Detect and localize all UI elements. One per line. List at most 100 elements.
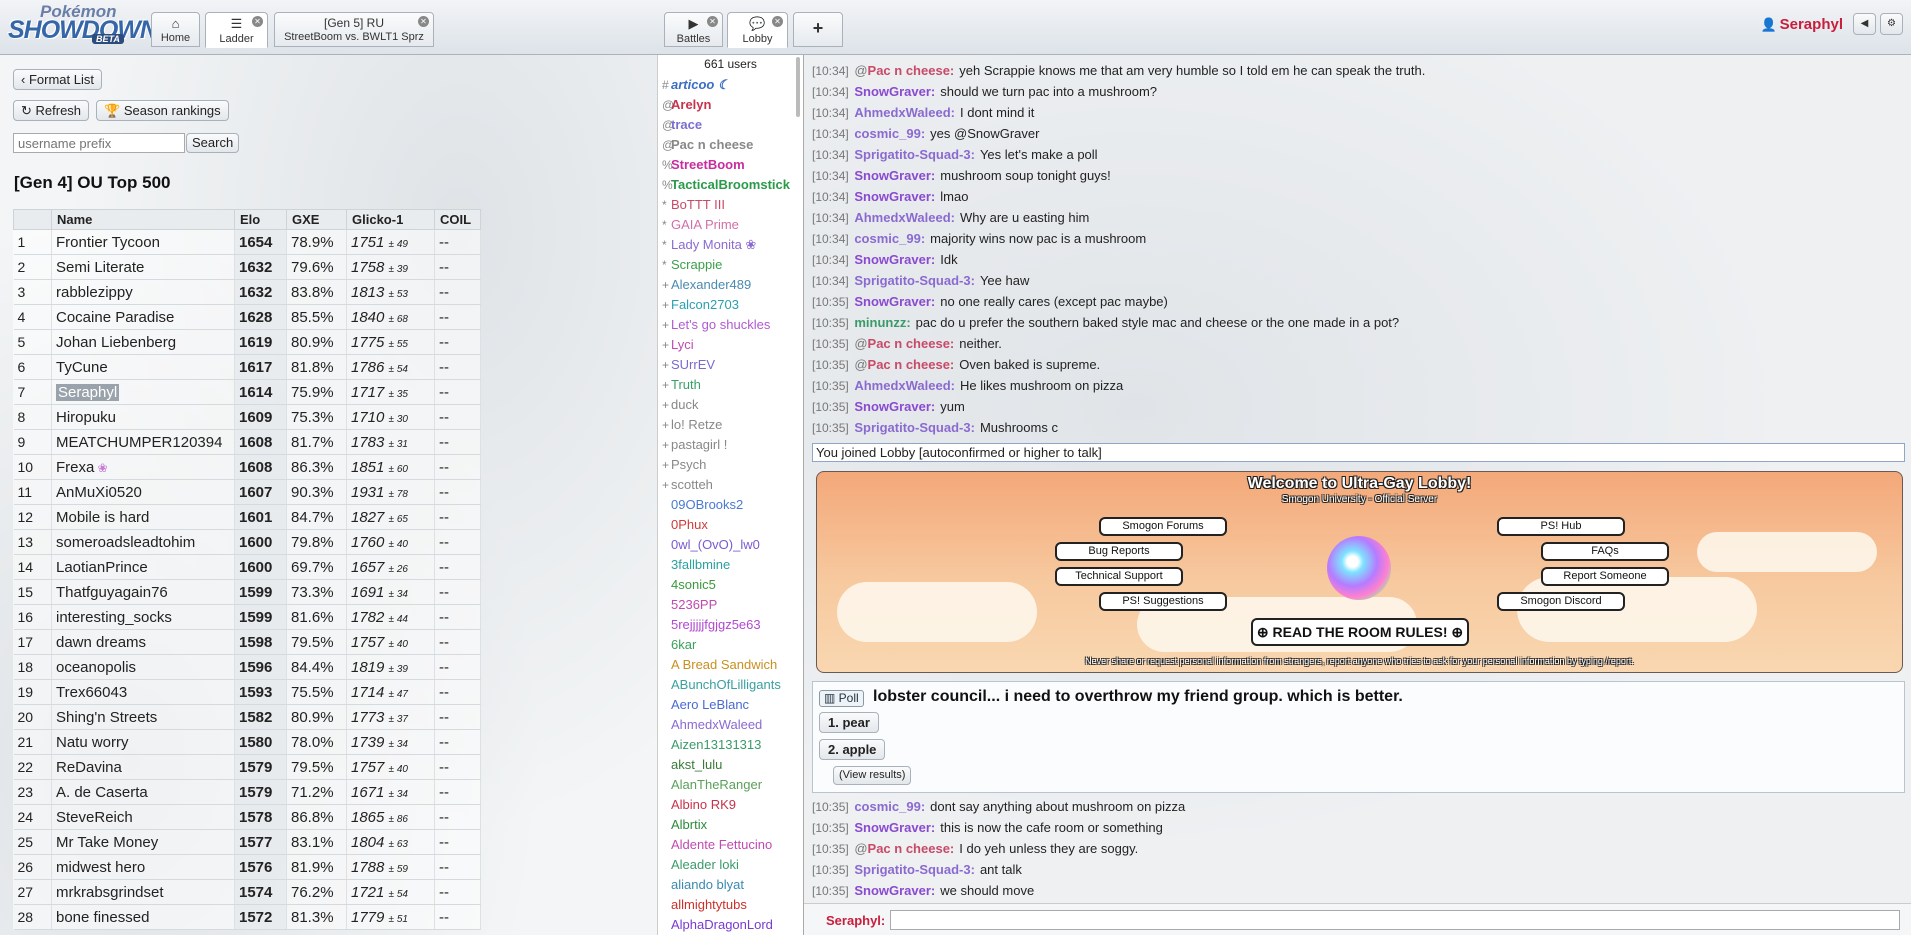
message-author[interactable]: AhmedxWaleed: bbox=[854, 210, 955, 225]
userlist-item[interactable]: + Let's go shuckles bbox=[658, 315, 803, 335]
userlist-item[interactable]: + Falcon2703 bbox=[658, 295, 803, 315]
player-name-link[interactable]: interesting_socks bbox=[51, 604, 235, 630]
player-name-link[interactable]: mrkrabsgrindset bbox=[51, 879, 235, 905]
message-author[interactable]: Sprigatito-Squad-3: bbox=[854, 420, 975, 435]
userlist-item[interactable]: 5rejjjjjfgjgz5e63 bbox=[658, 615, 803, 635]
ps-hub-button[interactable]: PS! Hub bbox=[1497, 517, 1625, 536]
message-author[interactable]: SnowGraver: bbox=[854, 189, 935, 204]
tab-home[interactable]: ⌂ Home bbox=[151, 12, 200, 47]
userlist-item[interactable]: aliando blyat bbox=[658, 875, 803, 895]
message-author[interactable]: SnowGraver: bbox=[854, 252, 935, 267]
userlist-item[interactable]: + pastagirl ! bbox=[658, 435, 803, 455]
message-author[interactable]: cosmic_99: bbox=[854, 126, 925, 141]
message-author[interactable]: SnowGraver: bbox=[854, 883, 935, 898]
player-name-link[interactable]: Thatfguyagain76 bbox=[51, 579, 235, 605]
player-name-link[interactable]: Natu worry bbox=[51, 729, 235, 755]
player-name-link[interactable]: A. de Caserta bbox=[51, 779, 235, 805]
userlist-item[interactable]: Albino RK9 bbox=[658, 795, 803, 815]
poll-option-2[interactable]: 2. apple bbox=[819, 739, 886, 760]
message-author[interactable]: SnowGraver: bbox=[854, 168, 935, 183]
userlist-item[interactable]: + duck bbox=[658, 395, 803, 415]
userlist-item[interactable]: @trace bbox=[658, 115, 803, 135]
userlist-item[interactable]: akst_lulu bbox=[658, 755, 803, 775]
userlist-item[interactable]: A Bread Sandwich bbox=[658, 655, 803, 675]
userlist-item[interactable]: 4sonic5 bbox=[658, 575, 803, 595]
player-name-link[interactable]: Cocaine Paradise bbox=[51, 304, 235, 330]
message-author[interactable]: SnowGraver: bbox=[854, 820, 935, 835]
userlist-item[interactable]: Aizen13131313 bbox=[658, 735, 803, 755]
chat-input[interactable] bbox=[890, 910, 1900, 930]
userlist-item[interactable]: 09OBrooks2 bbox=[658, 495, 803, 515]
sound-button[interactable]: ◀ bbox=[1853, 13, 1876, 35]
refresh-button[interactable]: ↻ Refresh bbox=[13, 100, 90, 121]
technical-support-button[interactable]: Technical Support bbox=[1055, 567, 1183, 586]
col-name[interactable]: Name bbox=[51, 209, 235, 230]
userlist-item[interactable]: Aleader loki bbox=[658, 855, 803, 875]
tab-battles[interactable]: ▶ Battles ✕ bbox=[664, 12, 723, 47]
message-author[interactable]: SnowGraver: bbox=[854, 294, 935, 309]
smogon-forums-button[interactable]: Smogon Forums bbox=[1099, 517, 1227, 536]
close-icon[interactable]: ✕ bbox=[418, 16, 429, 27]
search-input[interactable] bbox=[13, 133, 185, 153]
player-name-link[interactable]: TyCune bbox=[51, 354, 235, 380]
options-button[interactable]: ⚙ bbox=[1880, 13, 1903, 35]
season-rankings-button[interactable]: 🏆 Season rankings bbox=[96, 100, 229, 121]
close-icon[interactable]: ✕ bbox=[772, 16, 783, 27]
player-name-link[interactable]: AnMuXi0520 bbox=[51, 479, 235, 505]
col-elo[interactable]: Elo bbox=[234, 209, 287, 230]
userlist-item[interactable]: @Arelyn bbox=[658, 95, 803, 115]
userlist-item[interactable]: 0wl_(OvO)_lw0 bbox=[658, 535, 803, 555]
userlist-item[interactable]: + Alexander489 bbox=[658, 275, 803, 295]
userlist-item[interactable]: 5236PP bbox=[658, 595, 803, 615]
bug-reports-button[interactable]: Bug Reports bbox=[1055, 542, 1183, 561]
player-name-link[interactable]: Trex66043 bbox=[51, 679, 235, 705]
player-name-link[interactable]: bone finessed bbox=[51, 904, 235, 930]
player-name-link[interactable]: midwest hero bbox=[51, 854, 235, 880]
message-author[interactable]: SnowGraver: bbox=[854, 84, 935, 99]
player-name-link[interactable]: LaotianPrince bbox=[51, 554, 235, 580]
userlist-item[interactable]: %TacticalBroomstick bbox=[658, 175, 803, 195]
userlist-item[interactable]: * BoTTT III bbox=[658, 195, 803, 215]
tab-ladder[interactable]: ☰ Ladder ✕ bbox=[205, 12, 268, 48]
message-author[interactable]: SnowGraver: bbox=[854, 399, 935, 414]
username-button[interactable]: 👤 Seraphyl bbox=[1760, 16, 1843, 33]
faqs-button[interactable]: FAQs bbox=[1541, 542, 1669, 561]
player-name-link[interactable]: MEATCHUMPER120394 bbox=[51, 429, 235, 455]
userlist-item[interactable]: @Pac n cheese bbox=[658, 135, 803, 155]
room-rules-button[interactable]: ⊕ READ THE ROOM RULES! ⊕ bbox=[1251, 618, 1469, 646]
player-name-link[interactable]: SteveReich bbox=[51, 804, 235, 830]
player-name-link[interactable]: Frexa ❀ bbox=[51, 454, 235, 480]
userlist-item[interactable]: AhmedxWaleed bbox=[658, 715, 803, 735]
message-author[interactable]: AhmedxWaleed: bbox=[854, 105, 955, 120]
format-list-button[interactable]: ‹ Format List bbox=[13, 69, 102, 90]
player-name-link[interactable]: Mobile is hard bbox=[51, 504, 235, 530]
tab-lobby[interactable]: 💬 Lobby ✕ bbox=[727, 12, 788, 48]
userlist-item[interactable]: AlanTheRanger bbox=[658, 775, 803, 795]
message-author[interactable]: minunzz: bbox=[854, 315, 910, 330]
message-author[interactable]: Pac n cheese: bbox=[868, 336, 955, 351]
new-tab-button[interactable]: + bbox=[793, 12, 843, 47]
smogon-discord-button[interactable]: Smogon Discord bbox=[1497, 592, 1625, 611]
message-author[interactable]: cosmic_99: bbox=[854, 799, 925, 814]
userlist-item[interactable]: %StreetBoom bbox=[658, 155, 803, 175]
player-name-link[interactable]: Semi Literate bbox=[51, 254, 235, 280]
userlist-item[interactable]: + Psych bbox=[658, 455, 803, 475]
player-name-link[interactable]: Frontier Tycoon bbox=[51, 229, 235, 255]
userlist-item[interactable]: * Scrappie bbox=[658, 255, 803, 275]
col-coil[interactable]: COIL bbox=[434, 209, 481, 230]
userlist-item[interactable]: Aero LeBlanc bbox=[658, 695, 803, 715]
userlist-item[interactable]: AlphaDragonLord bbox=[658, 915, 803, 935]
message-author[interactable]: cosmic_99: bbox=[854, 231, 925, 246]
userlist-item[interactable]: * Lady Monita ❀ bbox=[658, 235, 803, 255]
userlist-item[interactable]: 3fallbmine bbox=[658, 555, 803, 575]
message-author[interactable]: AhmedxWaleed: bbox=[854, 378, 955, 393]
userlist-scrollbar[interactable] bbox=[796, 57, 800, 117]
message-author[interactable]: Pac n cheese: bbox=[868, 63, 955, 78]
player-name-link[interactable]: oceanopolis bbox=[51, 654, 235, 680]
userlist-item[interactable]: ABunchOfLilligants bbox=[658, 675, 803, 695]
player-name-link[interactable]: Hiropuku bbox=[51, 404, 235, 430]
close-icon[interactable]: ✕ bbox=[252, 16, 263, 27]
message-author[interactable]: Sprigatito-Squad-3: bbox=[854, 273, 975, 288]
showdown-logo[interactable]: Pokémon SHOWDOWN! BETA bbox=[6, 2, 165, 48]
userlist-item[interactable]: * GAIA Prime bbox=[658, 215, 803, 235]
